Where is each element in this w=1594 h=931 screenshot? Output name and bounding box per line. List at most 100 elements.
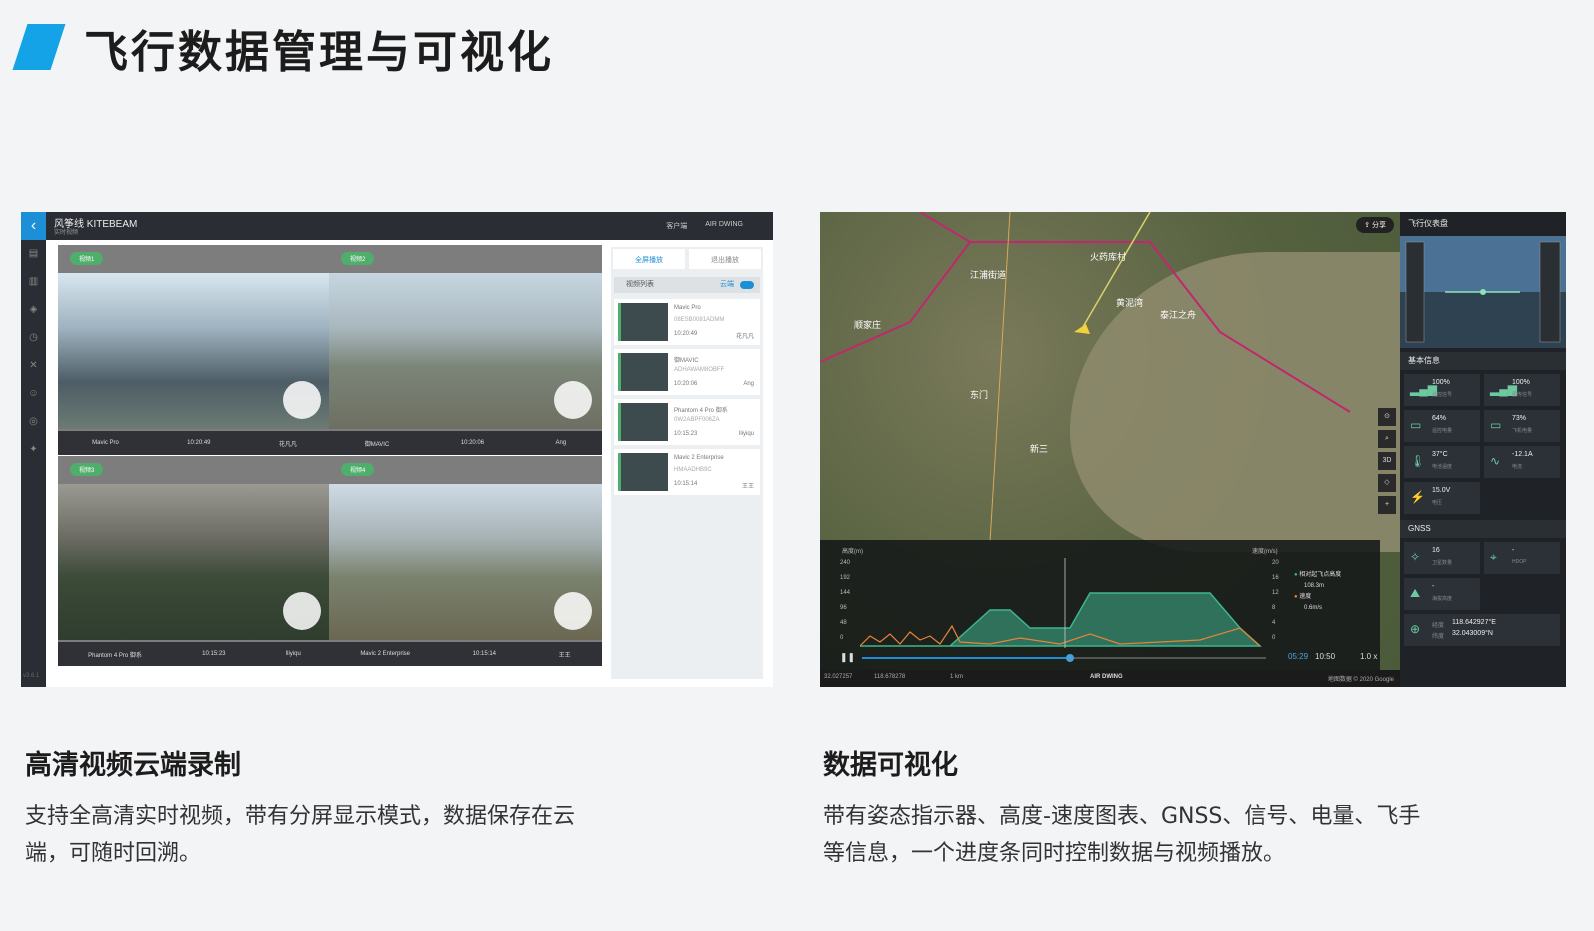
cell-rc-battery: ▭ 64% 遥控电量 bbox=[1404, 410, 1480, 442]
joystick-icon[interactable] bbox=[554, 381, 592, 419]
map-icon[interactable]: ▥ bbox=[21, 268, 46, 296]
left-axis-label: 高度(m) bbox=[842, 549, 863, 555]
headset-icon[interactable]: ◎ bbox=[21, 408, 46, 436]
video-list-panel: 全屏播放 退出播放 视频列表 云端 Mavic Pro 08ESB0081ADMM 1… bbox=[611, 247, 763, 679]
header-accent-bar bbox=[12, 24, 66, 70]
flight-dashboard: 飞行仪表盘 基本信息 ▂▄▆ 100% 遥控信号 ▂▄▆ 100% 图传信号 ▭ 64% 遥… bbox=[1400, 212, 1566, 687]
item-name: Mavic 2 Enterprise bbox=[674, 455, 724, 461]
cell-satellites: ✧ 16 卫星数量 bbox=[1404, 542, 1480, 574]
client-link[interactable]: 客户端 bbox=[666, 221, 687, 231]
item-user: 花凡凡 bbox=[735, 334, 754, 340]
list-item[interactable]: Mavic Pro 08ESB0081ADMM 10:20:49 花凡凡 bbox=[614, 299, 760, 345]
video-app-screenshot: ‹ 风筝线 KITEBEAM 实时视频 客户端 AIR DWING ▤ ▥ ◈ … bbox=[21, 212, 773, 687]
altitude-series bbox=[860, 592, 1262, 647]
item-sn: 08ESB0081ADMM bbox=[674, 317, 725, 323]
shield-icon[interactable]: ◈ bbox=[21, 296, 46, 324]
cell-altitude: ⛰ - 海拔高度 bbox=[1404, 578, 1480, 610]
time-total: 10:50 bbox=[1315, 652, 1336, 661]
progress-track[interactable] bbox=[862, 654, 1266, 662]
fullscreen-tab[interactable]: 全屏播放 bbox=[613, 249, 685, 269]
tile-user: lliyiqu bbox=[285, 651, 301, 657]
item-time: 10:20:06 bbox=[674, 381, 698, 387]
list-item[interactable]: Mavic 2 Enterprise HMAADHB9C 10:15:14 王王 bbox=[614, 449, 760, 495]
progress-handle[interactable] bbox=[1066, 654, 1075, 662]
legend-altitude: ● 相对起飞点高度 bbox=[1294, 572, 1342, 578]
tile-model: Phantom 4 Pro 御系 bbox=[88, 652, 142, 659]
app-topbar: ‹ 风筝线 KITEBEAM 实时视频 客户端 AIR DWING bbox=[21, 212, 773, 240]
legend-speed-value: 0.6m/s bbox=[1304, 605, 1323, 611]
share-button[interactable]: ⇪ 分享 bbox=[1356, 217, 1394, 233]
joystick-icon[interactable] bbox=[283, 381, 321, 419]
battery-icon: ▭ bbox=[1410, 418, 1422, 432]
map-label: 泰江之舟 bbox=[1160, 310, 1197, 320]
tile-time: 10:20:06 bbox=[460, 440, 485, 446]
version-label: v3.6.1 bbox=[23, 673, 40, 679]
history-icon[interactable]: ◷ bbox=[21, 324, 46, 352]
cell-position: ⊕ 经度 118.642927°E 纬度 32.043009°N bbox=[1404, 614, 1560, 646]
item-sn: 0W2ABPF006ZA bbox=[674, 417, 720, 423]
video-tile[interactable]: 视频1 Mavic Pro 10:20:49 花凡凡 bbox=[58, 245, 331, 455]
item-user: 王王 bbox=[741, 484, 754, 490]
cloud-toggle[interactable] bbox=[740, 281, 754, 289]
map-label: 黄泥湾 bbox=[1116, 298, 1144, 308]
cell-rc-signal: ▂▄▆ 100% 遥控信号 bbox=[1404, 374, 1480, 406]
tile-user: Ang bbox=[555, 440, 567, 446]
zoom-in-icon[interactable]: + bbox=[1378, 496, 1396, 514]
user-icon[interactable]: ☺ bbox=[21, 380, 46, 408]
joystick-icon[interactable] bbox=[283, 592, 321, 630]
back-icon[interactable]: ‹ bbox=[21, 212, 46, 240]
cell-aircraft-battery: ▭ 73% 飞机电量 bbox=[1484, 410, 1560, 442]
item-time: 10:15:23 bbox=[674, 431, 698, 437]
layers-icon[interactable]: ◇ bbox=[1378, 474, 1396, 492]
map-label: 新三 bbox=[1030, 444, 1049, 454]
attitude-gauge bbox=[1400, 236, 1566, 348]
tile-model: 御MAVIC bbox=[364, 441, 390, 448]
tile-model: Mavic 2 Enterprise bbox=[360, 651, 410, 657]
speed-select[interactable]: 1.0 x bbox=[1360, 652, 1377, 661]
basic-info-header: 基本信息 bbox=[1400, 352, 1566, 370]
video-tile[interactable]: 视频3 Phantom 4 Pro 御系 10:15:23 lliyiqu bbox=[58, 456, 331, 666]
satellite-icon: ✧ bbox=[1410, 550, 1421, 564]
3d-icon[interactable]: 3D bbox=[1378, 452, 1396, 470]
video-badge: 视频3 bbox=[70, 463, 104, 476]
exit-tab[interactable]: 退出播放 bbox=[689, 249, 761, 269]
cell-voltage: ⚡ 15.0V 电压 bbox=[1404, 482, 1480, 514]
item-sn: HMAADHB9C bbox=[674, 467, 712, 473]
list-item[interactable]: Phantom 4 Pro 御系 0W2ABPF006ZA 10:15:23 lliy… bbox=[614, 399, 760, 445]
cell-hdop: ⌖ - HDOP bbox=[1484, 542, 1560, 574]
visualization-app-screenshot: 火药库村 江浦街道 黄泥湾 顺家庄 泰江之舟 东门 新三 ⇪ 分享 ⊙ ⌕ 3D… bbox=[820, 212, 1566, 687]
current-icon: ∿ bbox=[1490, 454, 1501, 468]
map-label: 东门 bbox=[970, 390, 989, 400]
item-user: Ang bbox=[743, 381, 754, 387]
tile-model: Mavic Pro bbox=[92, 440, 119, 446]
progress-fill bbox=[862, 657, 1067, 659]
right-card-desc: 带有姿态指示器、高度-速度图表、GNSS、信号、电量、飞手 等信息，一个进度条同… bbox=[823, 804, 1421, 866]
item-user: lliyiqu bbox=[738, 431, 754, 437]
locate-icon[interactable]: ⊙ bbox=[1378, 408, 1396, 426]
battery-icon: ▭ bbox=[1490, 418, 1502, 432]
drone-position-icon bbox=[1074, 324, 1090, 334]
video-tile[interactable]: 视频2 御MAVIC 10:20:06 Ang bbox=[329, 245, 602, 455]
drone-icon[interactable]: ✕ bbox=[21, 352, 46, 380]
voltage-icon: ⚡ bbox=[1410, 490, 1425, 504]
cell-current: ∿ -12.1A 电流 bbox=[1484, 446, 1560, 478]
search-icon[interactable]: ⌕ bbox=[1378, 430, 1396, 448]
map-label: 江浦街道 bbox=[970, 270, 1007, 280]
list-item[interactable]: 御MAVIC ADHAWAM8OBFF 10:20:06 Ang bbox=[614, 349, 760, 395]
pause-icon[interactable]: ❚❚ bbox=[840, 652, 855, 663]
time-current: 05:29 bbox=[1288, 652, 1309, 661]
video-tile[interactable]: 视频4 Mavic 2 Enterprise 10:15:14 王王 bbox=[329, 456, 602, 666]
tile-time: 10:20:49 bbox=[187, 440, 211, 446]
left-card-desc: 支持全高清实时视频，带有分屏显示模式，数据保存在云 端，可随时回溯。 bbox=[25, 804, 576, 866]
dashboard-icon[interactable]: ▤ bbox=[21, 240, 46, 268]
item-name: 御MAVIC bbox=[674, 358, 699, 364]
chart-plot bbox=[860, 558, 1262, 648]
pin-icon[interactable]: ✦ bbox=[21, 436, 46, 464]
satellite-map[interactable]: 火药库村 江浦街道 黄泥湾 顺家庄 泰江之舟 东门 新三 ⇪ 分享 ⊙ ⌕ 3D… bbox=[820, 212, 1400, 687]
user-menu[interactable]: AIR DWING bbox=[705, 221, 743, 231]
joystick-icon[interactable] bbox=[554, 592, 592, 630]
left-ticks: 240 192 144 96 48 0 bbox=[840, 560, 851, 641]
app-subtitle: 实时视频 bbox=[54, 230, 79, 236]
tile-user: 花凡凡 bbox=[278, 441, 297, 448]
location-icon: ⌖ bbox=[1490, 550, 1497, 564]
